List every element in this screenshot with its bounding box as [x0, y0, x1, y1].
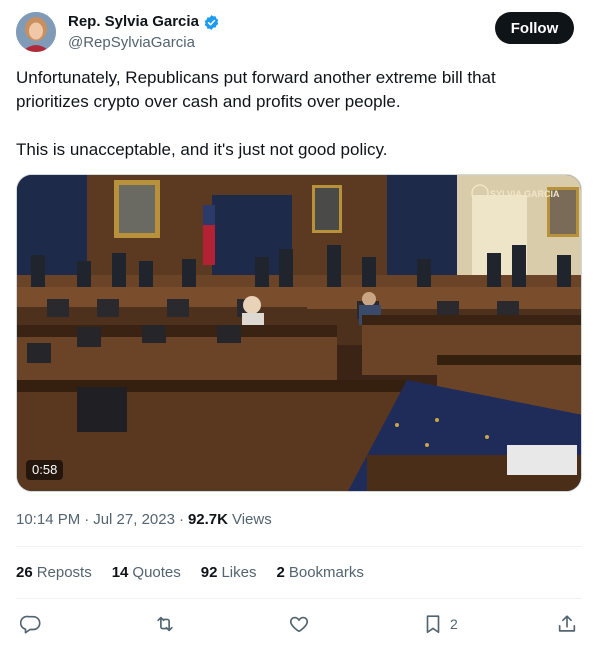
repost-icon	[157, 616, 173, 632]
reply-icon	[20, 615, 41, 634]
author-info: Rep. Sylvia Garcia @RepSylviaGarcia	[68, 13, 220, 53]
likes-count: 92	[200, 564, 218, 581]
verified-badge-icon[interactable]	[203, 14, 220, 31]
tweet-text: Unfortunately, Republicans put forward a…	[16, 66, 556, 162]
like-button[interactable]	[288, 612, 310, 636]
likes-stat[interactable]: 92 Likes	[201, 563, 257, 583]
views-count[interactable]: 92.7K	[188, 510, 228, 530]
tweet-meta: 10:14 PM · Jul 27, 2023 · 92.7K Views	[16, 510, 272, 530]
action-bar: 2	[16, 612, 582, 636]
video-thumbnail: SYLVIA GARCIA	[17, 175, 581, 491]
video-watermark: SYLVIA GARCIA	[490, 189, 560, 199]
meta-separator: ·	[178, 511, 184, 528]
video-duration: 0:58	[26, 460, 64, 480]
handle[interactable]: @RepSylviaGarcia	[68, 33, 220, 53]
tweet-paragraph: This is unacceptable, and it's just not …	[16, 140, 388, 159]
divider	[16, 546, 582, 547]
bookmarks-count: 2	[276, 564, 285, 581]
heart-icon	[289, 616, 309, 633]
tweet-paragraph: Unfortunately, Republicans put forward a…	[16, 68, 496, 111]
reposts-stat[interactable]: 26 Reposts	[16, 563, 92, 583]
divider	[16, 598, 582, 599]
quotes-count: 14	[111, 564, 129, 581]
video-player[interactable]: SYLVIA GARCIA	[16, 174, 582, 492]
reply-button[interactable]	[20, 612, 42, 636]
engagement-stats: 26 Reposts 14 Quotes 92 Likes 2 Bookmark…	[16, 563, 364, 583]
quotes-stat[interactable]: 14 Quotes	[112, 563, 181, 583]
bookmark-button[interactable]: 2	[422, 612, 458, 636]
share-icon	[558, 615, 576, 632]
views-label[interactable]: Views	[232, 510, 272, 530]
likes-label: Likes	[221, 564, 257, 581]
reposts-count: 26	[16, 564, 33, 581]
bookmark-count: 2	[450, 616, 458, 632]
bookmark-icon	[426, 615, 440, 634]
reposts-label: Reposts	[36, 564, 92, 581]
bookmarks-stat[interactable]: 2 Bookmarks	[277, 563, 364, 583]
display-name[interactable]: Rep. Sylvia Garcia	[68, 13, 199, 31]
follow-button[interactable]: Follow	[495, 12, 574, 44]
repost-button[interactable]	[154, 612, 176, 636]
tweet-time[interactable]: 10:14 PM	[16, 510, 80, 530]
share-button[interactable]	[556, 612, 578, 636]
avatar[interactable]	[16, 12, 56, 52]
tweet-date[interactable]: Jul 27, 2023	[93, 510, 175, 530]
avatar-image	[16, 12, 56, 52]
quotes-label: Quotes	[132, 564, 181, 581]
meta-separator: ·	[84, 511, 90, 528]
bookmarks-label: Bookmarks	[288, 564, 364, 581]
